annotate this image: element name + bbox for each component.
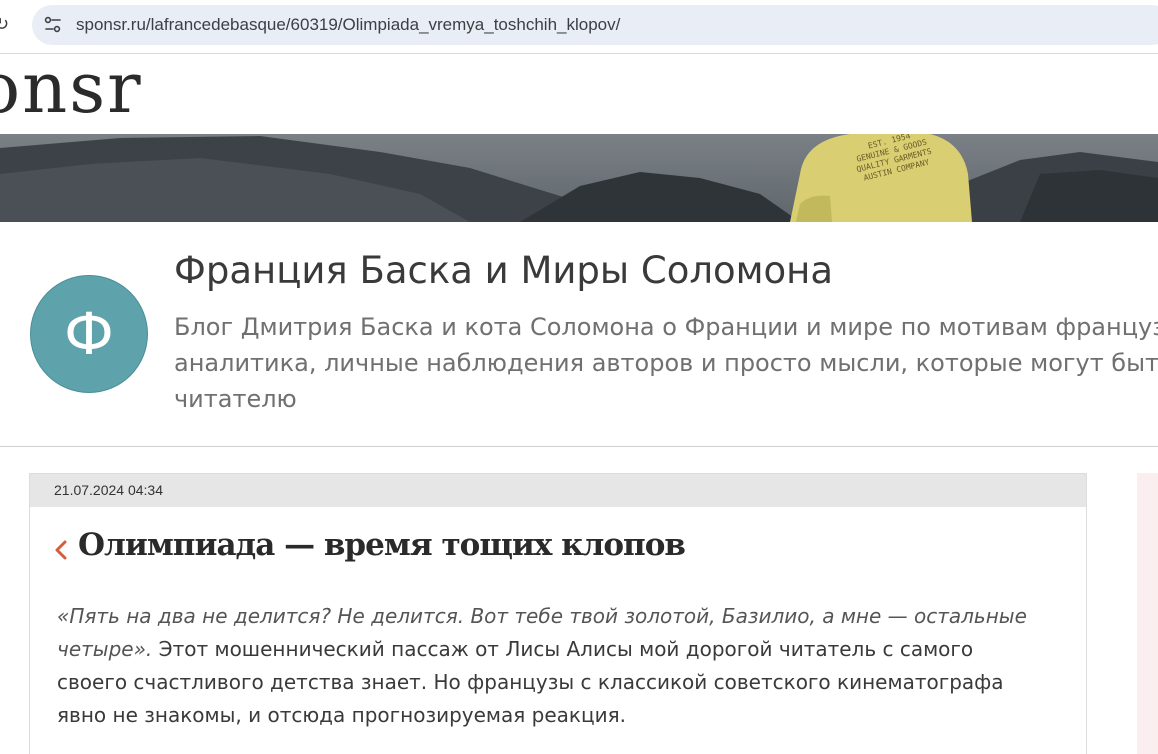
post-paragraph-line: явно не знакомы, и отсюда прогнозируемая… — [57, 703, 626, 727]
reload-icon[interactable]: ↻ — [0, 14, 9, 36]
post-text: Этот мошеннический пассаж от Лисы Алисы … — [152, 637, 974, 661]
blog-description-line: аналитика, личные наблюдения авторов и п… — [174, 349, 1158, 377]
blog-description-line: читателю — [174, 385, 297, 413]
browser-toolbar: ↻ sponsr.ru/lafrancedebasque/60319/Olimp… — [0, 0, 1158, 54]
site-info-icon[interactable] — [42, 14, 64, 36]
address-url[interactable]: sponsr.ru/lafrancedebasque/60319/Olimpia… — [76, 15, 620, 35]
post-card: 21.07.2024 04:34 Олимпиада — время тощих… — [29, 473, 1087, 754]
blog-description-line: Блог Дмитрия Баска и кота Соломона о Фра… — [174, 313, 1158, 341]
post-date: 21.07.2024 04:34 — [54, 482, 163, 498]
post-title: Олимпиада — время тощих клопов — [78, 527, 686, 563]
post-paragraph-line: четыре». Этот мошеннический пассаж от Ли… — [57, 633, 1067, 666]
blog-banner-image: EST. 1954 GENUINE & GOODS QUALITY GARMEN… — [0, 134, 1158, 222]
sidebar-panel-edge — [1137, 473, 1158, 754]
post-quote: «Пять на два не делится? Не делится. Вот… — [57, 604, 1027, 628]
header-divider — [0, 446, 1158, 447]
blog-title[interactable]: Франция Баска и Миры Соломона — [174, 248, 833, 294]
blog-avatar[interactable]: Ф — [30, 275, 148, 393]
back-chevron-icon[interactable] — [52, 538, 70, 562]
post-meta-bar: 21.07.2024 04:34 — [30, 474, 1086, 507]
blog-description: Блог Дмитрия Баска и кота Соломона о Фра… — [174, 309, 1158, 419]
post-paragraph-line: своего счастливого детства знает. Но фра… — [57, 670, 1004, 694]
site-logo[interactable]: onsr — [0, 48, 143, 128]
post-quote: четыре». — [57, 637, 153, 661]
address-bar[interactable]: sponsr.ru/lafrancedebasque/60319/Olimpia… — [32, 5, 1158, 45]
post-body: «Пять на два не делится? Не делится. Вот… — [57, 600, 1067, 732]
post-paragraph-line: «Пять на два не делится? Не делится. Вот… — [57, 600, 1067, 633]
